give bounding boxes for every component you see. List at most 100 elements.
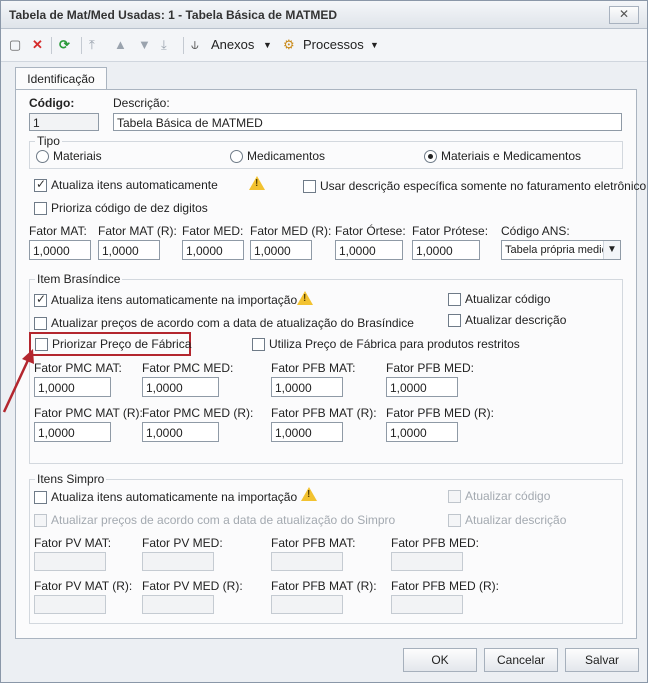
simpro-atualizar-descricao-checkbox[interactable] [448, 514, 461, 527]
simpro-atualiza-checkbox[interactable] [34, 491, 47, 504]
fator-ortese-label: Fator Órtese: [335, 224, 406, 238]
fator-pfb-mat-label: Fator PFB MAT: [271, 361, 356, 375]
simpro-atualizar-descricao-label: Atualizar descrição [465, 513, 567, 527]
cancelar-button[interactable]: Cancelar [484, 648, 558, 672]
fator-pfb-mat-field[interactable]: 1,0000 [271, 377, 343, 397]
fator-pmc-mat-r-field[interactable]: 1,0000 [34, 422, 111, 442]
brasindice-atualizar-descricao-checkbox[interactable] [448, 314, 461, 327]
brasindice-atualiza-checkbox[interactable]: ✓ [34, 292, 47, 307]
codigo-ans-select[interactable]: Tabela própria medic ▼ [501, 240, 621, 260]
fator-pmc-mat-field[interactable]: 1,0000 [34, 377, 111, 397]
fator-pv-med-r-label: Fator PV MED (R): [142, 579, 243, 593]
usar-descricao-label: Usar descrição específica somente no fat… [320, 179, 647, 193]
new-icon[interactable]: ▢ [9, 36, 21, 54]
radio-medicamentos-label: Medicamentos [247, 149, 326, 163]
fator-pv-mat-r-field[interactable] [34, 595, 106, 614]
radio-selected-dot [428, 154, 433, 159]
fator-mat-r-field[interactable]: 1,0000 [98, 240, 160, 260]
fator-pfb-mat-r-field[interactable]: 1,0000 [271, 422, 343, 442]
first-record-icon[interactable]: ⤒ [89, 36, 95, 54]
fator-pmc-med-field[interactable]: 1,0000 [142, 377, 219, 397]
anexos-menu[interactable]: Anexos [211, 36, 254, 54]
fator-pfb-med-r-field[interactable]: 1,0000 [386, 422, 458, 442]
tipo-label: Tipo [35, 134, 62, 148]
brasindice-atualizar-codigo-checkbox[interactable] [448, 293, 461, 306]
brasindice-atualiza-label: Atualiza itens automaticamente na import… [51, 293, 298, 307]
simpro-fator-pfb-med-label: Fator PFB MED: [391, 536, 480, 550]
usar-descricao-checkbox[interactable] [303, 180, 316, 193]
radio-materiais-medicamentos[interactable] [424, 150, 437, 163]
simpro-fator-pfb-med-r-field[interactable] [391, 595, 463, 614]
fator-pmc-mat-r-label: Fator PMC MAT (R): [34, 406, 143, 420]
radio-materiais[interactable] [36, 150, 49, 163]
last-record-icon[interactable]: ⤓ [161, 36, 167, 54]
check-icon: ✓ [36, 177, 47, 191]
fator-protese-field[interactable]: 1,0000 [412, 240, 480, 260]
fator-pv-mat-field[interactable] [34, 552, 106, 571]
dialog-window: Tabela de Mat/Med Usadas: 1 - Tabela Bás… [0, 0, 648, 683]
processos-menu[interactable]: Processos [303, 36, 364, 54]
title-bar[interactable]: Tabela de Mat/Med Usadas: 1 - Tabela Bás… [1, 1, 647, 29]
fator-pmc-mat-label: Fator PMC MAT: [34, 361, 122, 375]
utiliza-fabrica-checkbox[interactable] [252, 338, 265, 351]
window-title: Tabela de Mat/Med Usadas: 1 - Tabela Bás… [9, 8, 338, 22]
radio-materiais-medicamentos-label: Materiais e Medicamentos [441, 149, 582, 163]
radio-medicamentos[interactable] [230, 150, 243, 163]
refresh-icon[interactable]: ⟳ [59, 36, 70, 54]
fator-pv-med-r-field[interactable] [142, 595, 214, 614]
warning-icon: ! [249, 176, 265, 190]
close-button[interactable]: ✕ [609, 6, 639, 24]
simpro-fator-pfb-mat-r-field[interactable] [271, 595, 343, 614]
simpro-atualizar-precos-checkbox[interactable] [34, 514, 47, 527]
brasindice-atualizar-precos-checkbox[interactable] [34, 317, 47, 330]
fator-med-r-label: Fator MED (R): [250, 224, 332, 238]
fator-ortese-field[interactable]: 1,0000 [335, 240, 403, 260]
fator-pv-mat-r-label: Fator PV MAT (R): [34, 579, 133, 593]
simpro-title: Itens Simpro [35, 472, 107, 486]
simpro-atualizar-codigo-checkbox[interactable] [448, 490, 461, 503]
toolbar: ▢ ✕ ⟳ ⤒ ▲ ▼ ⤓ ⫝ Anexos ▼ ⚙ Processos ▼ [1, 29, 647, 62]
descricao-label: Descrição: [113, 96, 170, 110]
codigo-ans-label: Código ANS: [501, 224, 570, 238]
simpro-atualiza-label: Atualiza itens automaticamente na import… [51, 490, 298, 504]
simpro-fator-pfb-med-field[interactable] [391, 552, 463, 571]
simpro-fator-pfb-mat-label: Fator PFB MAT: [271, 536, 356, 550]
fator-pfb-med-field[interactable]: 1,0000 [386, 377, 458, 397]
tab-identificacao[interactable]: Identificação [15, 67, 107, 90]
prioriza-codigo-label: Prioriza código de dez digitos [51, 201, 208, 215]
fator-mat-field[interactable]: 1,0000 [29, 240, 91, 260]
next-record-icon[interactable]: ▼ [138, 36, 151, 54]
fator-mat-label: Fator MAT: [29, 224, 87, 238]
warning-icon: ! [301, 487, 317, 501]
fator-mat-r-label: Fator MAT (R): [98, 224, 177, 238]
fator-med-field[interactable]: 1,0000 [182, 240, 244, 260]
chevron-down-icon[interactable]: ▼ [263, 36, 272, 54]
brasindice-atualizar-codigo-label: Atualizar código [465, 292, 551, 306]
simpro-fator-pfb-med-r-label: Fator PFB MED (R): [391, 579, 500, 593]
utiliza-fabrica-label: Utiliza Preço de Fábrica para produtos r… [269, 337, 520, 351]
fator-pv-mat-label: Fator PV MAT: [34, 536, 112, 550]
simpro-fator-pfb-mat-field[interactable] [271, 552, 343, 571]
codigo-label: Código: [29, 96, 75, 110]
fator-pmc-med-r-field[interactable]: 1,0000 [142, 422, 219, 442]
delete-icon[interactable]: ✕ [32, 36, 43, 54]
prioriza-codigo-checkbox[interactable] [34, 202, 47, 215]
paperclip-icon[interactable]: ⫝ [191, 36, 199, 54]
fator-pmc-med-label: Fator PMC MED: [142, 361, 234, 375]
gears-icon[interactable]: ⚙ [283, 36, 295, 54]
fator-pv-med-field[interactable] [142, 552, 214, 571]
descricao-field[interactable]: Tabela Básica de MATMED [113, 113, 622, 131]
previous-record-icon[interactable]: ▲ [114, 36, 127, 54]
codigo-field[interactable]: 1 [29, 113, 99, 131]
brasindice-atualizar-descricao-label: Atualizar descrição [465, 313, 567, 327]
simpro-atualizar-codigo-label: Atualizar código [465, 489, 551, 503]
atualiza-itens-checkbox[interactable]: ✓ [34, 177, 47, 192]
check-icon: ✓ [36, 292, 47, 306]
ok-button[interactable]: OK [403, 648, 477, 672]
chevron-down-icon[interactable]: ▼ [603, 241, 620, 259]
fator-pv-med-label: Fator PV MED: [142, 536, 223, 550]
salvar-button[interactable]: Salvar [565, 648, 639, 672]
chevron-down-icon[interactable]: ▼ [370, 36, 379, 54]
priorizar-fabrica-label: Priorizar Preço de Fábrica [52, 337, 192, 351]
fator-med-r-field[interactable]: 1,0000 [250, 240, 312, 260]
